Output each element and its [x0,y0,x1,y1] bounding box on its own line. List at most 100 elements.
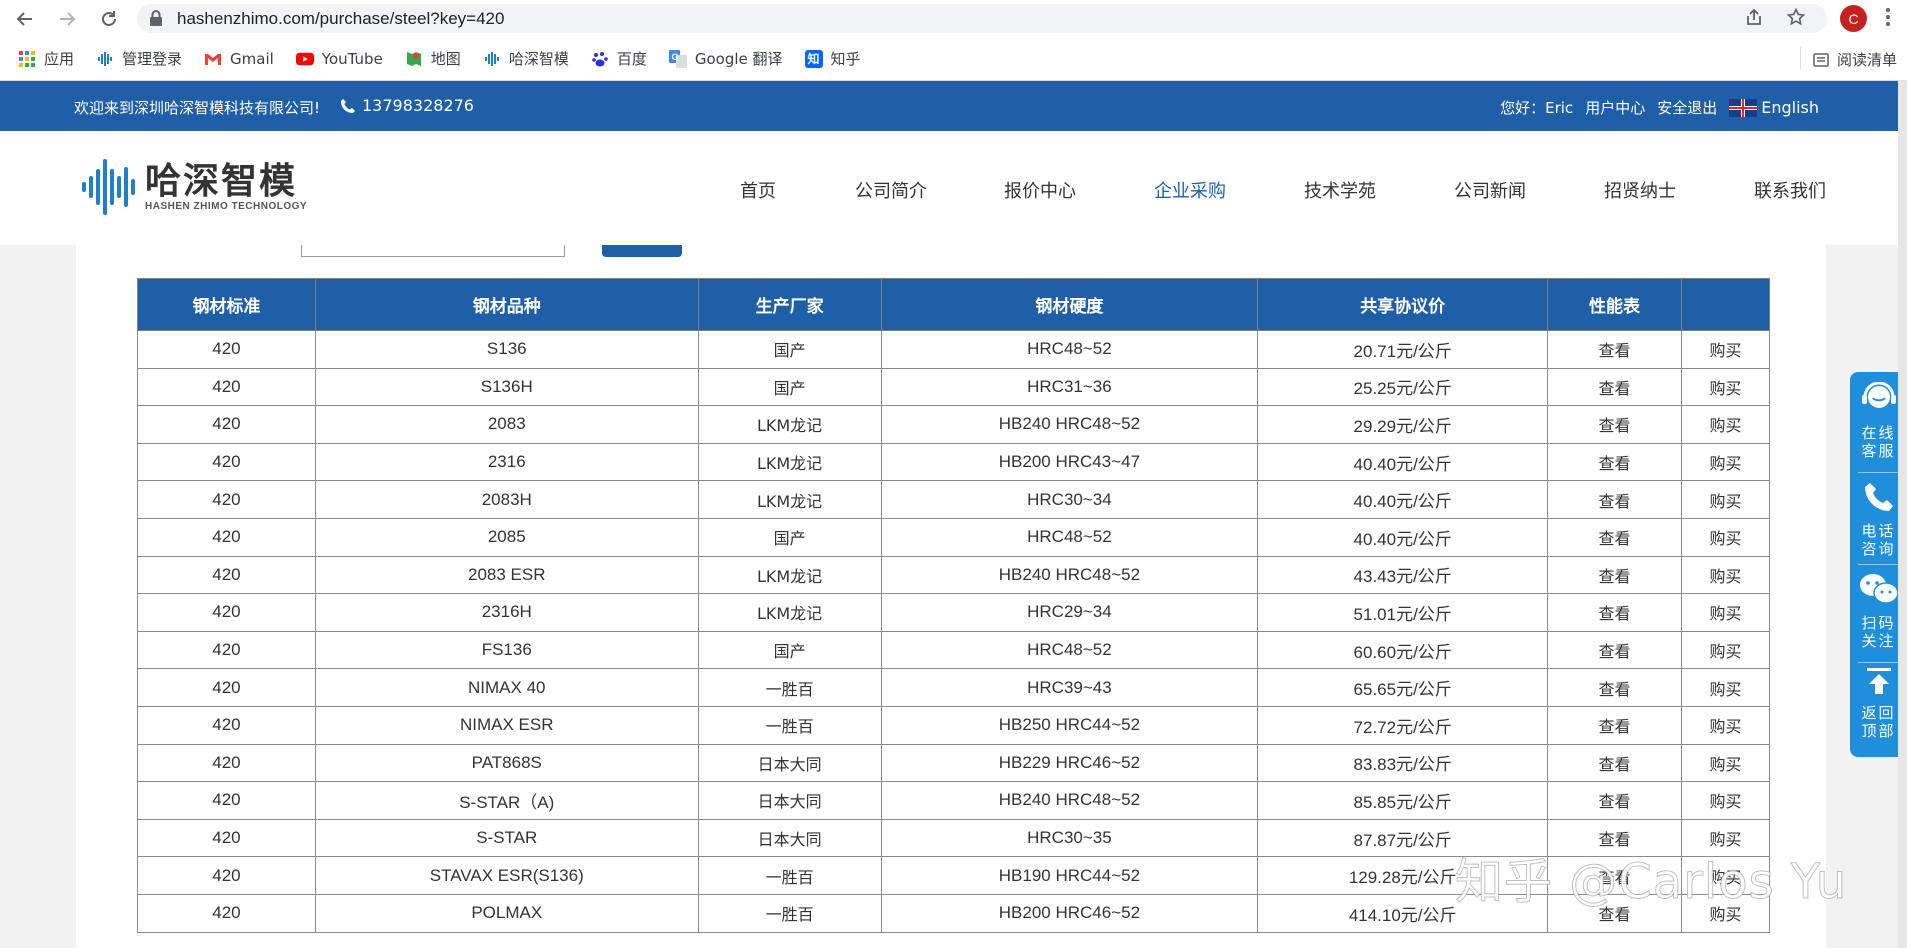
language-switch[interactable]: English [1729,98,1819,117]
profile-avatar[interactable]: C [1840,5,1867,32]
buy-link[interactable]: 购买 [1681,705,1770,745]
buy-link[interactable]: 购买 [1681,330,1770,369]
cell-standard: 420 [137,517,316,557]
forward-button[interactable] [56,8,78,30]
back-button[interactable] [14,8,36,30]
logo-subtitle: HASHEN ZHIMO TECHNOLOGY [145,200,308,212]
view-performance-link[interactable]: 查看 [1547,555,1682,595]
cell-standard: 420 [137,330,316,369]
view-performance-link[interactable]: 查看 [1547,743,1682,783]
buy-link[interactable]: 购买 [1681,781,1770,820]
cell-hardness: HB240 HRC48~52 [880,781,1259,820]
view-performance-link[interactable]: 查看 [1547,593,1682,632]
address-bar[interactable]: hashenzhimo.com/purchase/steel?key=420 [137,4,1827,33]
cell-manufacturer: 国产 [697,517,882,557]
cell-price: 51.01元/公斤 [1257,593,1549,632]
cell-manufacturer: 国产 [697,367,882,407]
url-text[interactable]: hashenzhimo.com/purchase/steel?key=420 [177,9,504,29]
buy-link[interactable]: 购买 [1681,442,1770,482]
view-performance-link[interactable]: 查看 [1547,367,1682,407]
cell-price: 29.29元/公斤 [1257,405,1549,444]
buy-link[interactable]: 购买 [1681,743,1770,783]
menu-purchase[interactable]: 企业采购 [1154,177,1304,203]
view-performance-link[interactable]: 查看 [1547,705,1682,745]
search-button[interactable] [602,245,682,257]
menu-careers[interactable]: 招贤纳士 [1604,177,1754,203]
browser-menu-icon[interactable] [1886,8,1890,29]
col-hardness: 钢材硬度 [880,278,1259,331]
bookmark-gmail[interactable]: Gmail [204,50,274,68]
menu-home[interactable]: 首页 [740,177,855,203]
buy-link[interactable]: 购买 [1681,405,1770,444]
buy-link[interactable]: 购买 [1681,367,1770,407]
cell-manufacturer: 一胜百 [697,705,882,745]
bookmark-baidu[interactable]: 百度 [591,48,647,69]
reload-button[interactable] [98,8,120,30]
side-divider [1858,564,1899,565]
menu-contact[interactable]: 联系我们 [1754,177,1826,203]
site-logo[interactable]: 哈深智模 HASHEN ZHIMO TECHNOLOGY [82,159,307,215]
cell-standard: 420 [137,856,316,895]
table-row: 420 PAT868S 日本大同 HB229 HRC46~52 83.83元/公斤 查看购… [137,743,1770,783]
menu-news[interactable]: 公司新闻 [1454,177,1604,203]
phone-number: 13798328276 [340,96,474,115]
menu-about[interactable]: 公司简介 [855,177,1004,203]
browser-toolbar: hashenzhimo.com/purchase/steel?key=420 C [0,0,1907,37]
bookmark-hashen[interactable]: 哈深智模 [483,48,569,69]
search-input[interactable] [301,245,565,257]
bookmark-apps[interactable]: 应用 [18,48,74,69]
view-performance-link[interactable]: 查看 [1547,668,1682,707]
bookmark-star-icon[interactable] [1787,8,1805,26]
buy-link[interactable]: 购买 [1681,517,1770,557]
table-row: 420 NIMAX 40 一胜百 HRC39~43 65.65元/公斤 查看 购买 [137,668,1770,707]
share-icon[interactable] [1745,8,1763,26]
bookmark-youtube[interactable]: YouTube [295,50,383,68]
arrow-up-icon [1866,668,1891,694]
buy-link[interactable]: 购买 [1681,593,1770,632]
logo-title: 哈深智模 [145,160,298,202]
buy-link[interactable]: 购买 [1681,630,1770,670]
reading-list[interactable]: 阅读清单 [1813,49,1897,70]
table-row: 420 FS136 国产 HRC48~52 60.60元/公斤 查看 购买 [137,630,1770,670]
view-performance-link[interactable]: 查看 [1547,517,1682,557]
view-performance-link[interactable]: 查看 [1547,630,1682,670]
reload-icon [102,10,116,26]
cell-standard: 420 [137,367,316,407]
phone-icon [1864,483,1893,511]
view-performance-link[interactable]: 查看 [1547,480,1682,519]
forward-arrow-icon [60,11,76,26]
view-performance-link[interactable]: 查看 [1547,405,1682,444]
customer-service-icon [1861,381,1896,408]
buy-link[interactable]: 购买 [1681,668,1770,707]
bookmark-google-translate[interactable]: G Google 翻译 [668,48,783,69]
bookmark-maps[interactable]: 地图 [405,48,461,69]
view-performance-link[interactable]: 查看 [1547,442,1682,482]
site-logo-icon [483,50,501,68]
buy-link[interactable]: 购买 [1681,555,1770,595]
col-price: 共享协议价 [1257,278,1549,331]
lock-icon[interactable] [149,10,163,26]
table-row: 420 2083 LKM龙记 HB240 HRC48~52 29.29元/公斤 查看 购买 [137,405,1770,444]
cell-hardness: HB240 HRC48~52 [880,555,1259,595]
menu-academy[interactable]: 技术学苑 [1304,177,1454,203]
cell-price: 20.71元/公斤 [1257,330,1549,369]
cell-manufacturer: 一胜百 [697,668,882,707]
cell-hardness: HB200 HRC46~52 [880,893,1259,933]
user-center-link[interactable]: 用户中心 [1585,97,1645,118]
menu-quotes[interactable]: 报价中心 [1004,177,1154,203]
logout-link[interactable]: 安全退出 [1657,97,1717,118]
cell-standard: 420 [137,668,316,707]
view-performance-link[interactable]: 查看 [1547,781,1682,820]
zhihu-icon: 知 [804,49,823,68]
buy-link[interactable]: 购买 [1681,480,1770,519]
cell-grade: 2085 [314,517,699,557]
col-action [1681,278,1770,331]
view-performance-link[interactable]: 查看 [1547,330,1682,369]
bookmark-zhihu[interactable]: 知 知乎 [804,48,861,69]
cell-standard: 420 [137,405,316,444]
page-scrollbar[interactable] [1898,81,1907,948]
cell-manufacturer: LKM龙记 [697,480,882,519]
cell-manufacturer: LKM龙记 [697,442,882,482]
bookmark-admin-login[interactable]: 管理登录 [96,48,182,69]
cell-manufacturer: 日本大同 [697,743,882,783]
